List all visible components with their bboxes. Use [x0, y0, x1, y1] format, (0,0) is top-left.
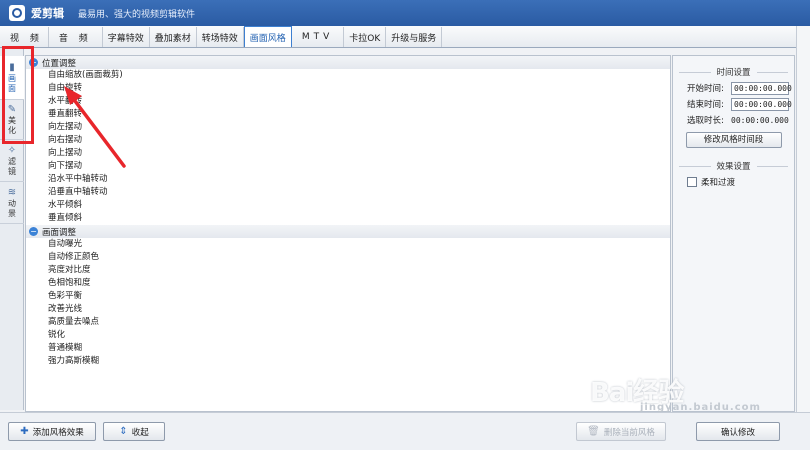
annotation-arrow: [64, 86, 126, 168]
app-window: 爱剪辑 最易用、强大的视频剪辑软件 视 频 音 频 字幕特效 叠加素材 转场特效…: [0, 0, 810, 450]
